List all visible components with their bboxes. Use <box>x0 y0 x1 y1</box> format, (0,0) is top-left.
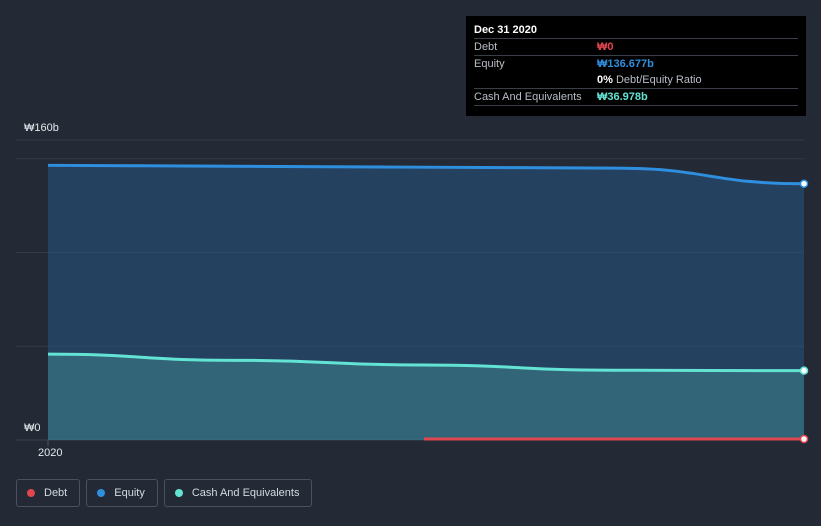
debt-end-point <box>799 434 809 444</box>
legend-label-cash: Cash And Equivalents <box>191 487 300 499</box>
tooltip-row-debt: Debt ₩0 <box>474 38 798 55</box>
legend-item-cash[interactable]: Cash And Equivalents <box>163 479 313 507</box>
tooltip-equity-value: ₩136.677b <box>597 58 654 70</box>
y-tick-label-bottom: ₩0 <box>24 422 41 434</box>
legend-item-equity[interactable]: Equity <box>86 479 158 507</box>
tooltip-cash-value: ₩36.978b <box>597 91 648 103</box>
debt-dot-icon <box>27 489 35 497</box>
series-areas <box>48 165 804 440</box>
cash-dot-icon <box>174 489 183 497</box>
legend-item-debt[interactable]: Debt <box>16 479 81 507</box>
tooltip-row-cash: Cash And Equivalents ₩36.978b <box>474 88 798 106</box>
tooltip-row-ratio: 0% Debt/Equity Ratio <box>474 72 798 88</box>
tooltip-row-equity: Equity ₩136.677b <box>474 55 798 72</box>
y-tick-label-top: ₩160b <box>24 122 59 134</box>
tooltip-debt-label: Debt <box>474 41 498 53</box>
x-tick-label: 2020 <box>38 447 63 459</box>
tooltip-ratio-label: Debt/Equity Ratio <box>615 74 702 86</box>
equity-end-point <box>799 179 809 188</box>
tooltip-ratio: 0% Debt/Equity Ratio <box>597 72 702 88</box>
legend-label-equity: Equity <box>114 487 145 499</box>
chart-tooltip: Dec 31 2020 Debt ₩0 Equity ₩136.677b 0% … <box>466 16 806 116</box>
tooltip-cash-label: Cash And Equivalents <box>474 91 582 103</box>
chart-legend: Debt Equity Cash And Equivalents <box>16 479 313 507</box>
tooltip-debt-value: ₩0 <box>597 41 614 53</box>
cash-and-equivalents-end-point <box>799 366 809 375</box>
tooltip-ratio-value: 0% <box>597 74 613 86</box>
legend-label-debt: Debt <box>44 487 68 499</box>
tooltip-equity-label: Equity <box>474 58 505 70</box>
equity-dot-icon <box>97 489 106 497</box>
tooltip-date: Dec 31 2020 <box>474 24 537 36</box>
